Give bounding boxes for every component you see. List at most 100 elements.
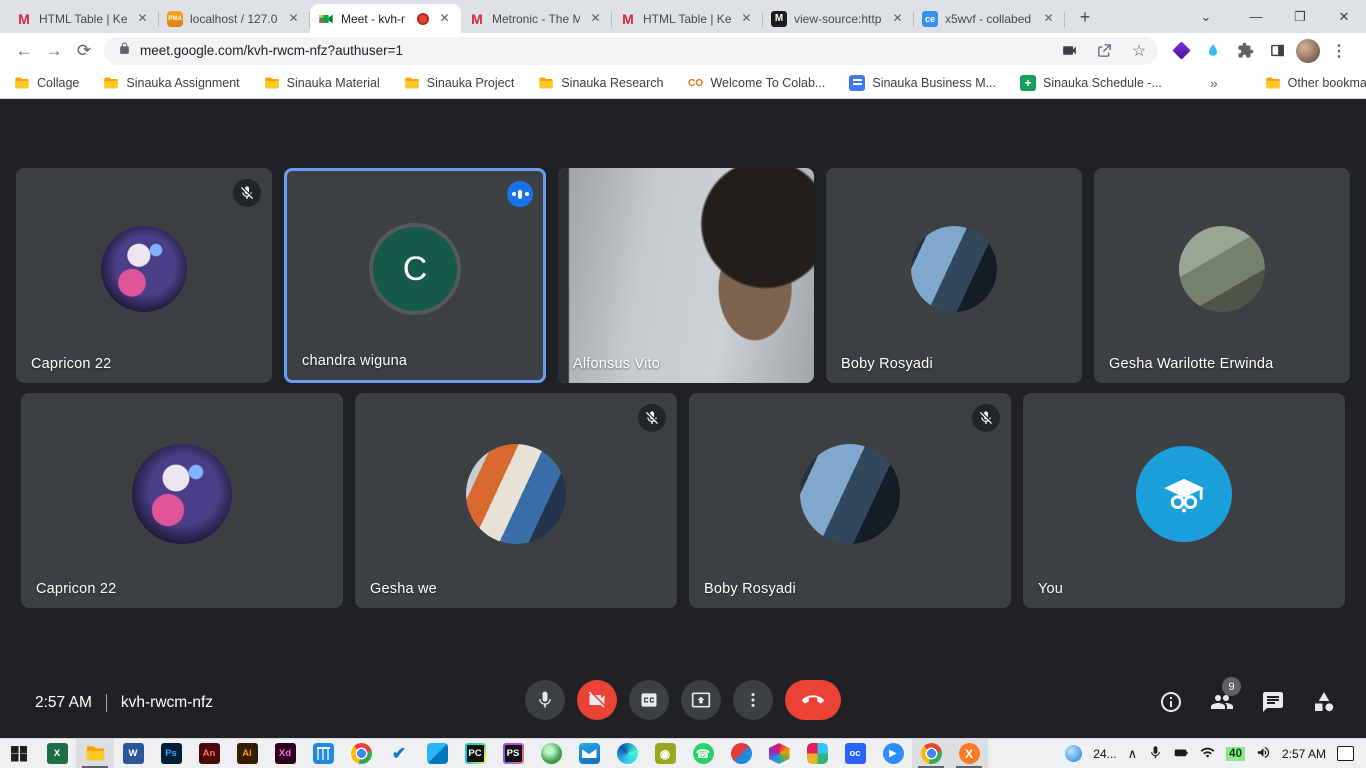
present-button[interactable] [681,680,721,720]
slack-icon[interactable] [798,739,836,768]
bookmark-star-icon[interactable]: ☆ [1126,38,1152,64]
participants-button[interactable]: 9 [1210,690,1234,714]
water-drop-extension-icon[interactable] [1200,38,1226,64]
address-bar[interactable]: meet.google.com/kvh-rwcm-nfz?authuser=1 … [104,37,1158,65]
animate-icon[interactable]: An [190,739,228,768]
tab-search-chevron-icon[interactable]: ⌄ [1186,0,1226,33]
phpstorm-icon[interactable]: PS [494,739,532,768]
purple-extension-icon[interactable] [1168,38,1194,64]
action-center-icon[interactable] [1337,746,1354,761]
weather-icon[interactable] [1065,745,1082,762]
calendar-app-icon[interactable] [304,739,342,768]
zoom-icon[interactable]: ▶ [874,739,912,768]
tray-clock[interactable]: 2:57 AM [1282,747,1326,761]
bookmark-colab[interactable]: CO Welcome To Colab... [687,75,825,91]
photoshop-icon[interactable]: Ps [152,739,190,768]
wifi-icon[interactable] [1200,745,1215,763]
drawing-app-icon[interactable] [722,739,760,768]
hexagon-app-icon[interactable] [760,739,798,768]
adobe-xd-icon[interactable]: Xd [266,739,304,768]
chat-button[interactable] [1261,690,1285,714]
whatsapp-icon[interactable]: ☎ [684,739,722,768]
todo-check-icon[interactable]: ✔ [380,739,418,768]
bookmarks-overflow-chevron-icon[interactable]: » [1210,75,1217,91]
excel-icon[interactable]: X [38,739,76,768]
back-button[interactable]: ← [10,37,38,65]
camera-app-icon[interactable]: ◉ [646,739,684,768]
other-bookmarks-folder[interactable]: Other bookmarks [1265,75,1366,91]
tab-collabedit[interactable]: ce x5wvf - collabed ✕ [914,4,1065,33]
tab-html-table-2[interactable]: M HTML Table | Kee ✕ [612,4,763,33]
mail-icon[interactable] [570,739,608,768]
lock-icon[interactable] [118,42,131,60]
extensions-puzzle-icon[interactable] [1232,38,1258,64]
reload-button[interactable]: ⟳ [70,37,98,65]
tab-close-icon[interactable]: ✕ [738,10,755,27]
folder-icon [1265,75,1281,91]
start-button[interactable] [0,739,38,768]
tab-close-icon[interactable]: ✕ [134,10,151,27]
participant-tile-boby-2[interactable]: Boby Rosyadi [689,393,1011,608]
camera-off-button[interactable] [577,680,617,720]
browser-menu-icon[interactable]: ⋮ [1326,38,1352,64]
tab-close-icon[interactable]: ✕ [285,10,302,27]
edge-icon[interactable] [608,739,646,768]
microphone-button[interactable] [525,680,565,720]
xampp-icon[interactable]: X [950,739,988,768]
tray-expand-chevron-icon[interactable]: ∧ [1128,746,1138,762]
bookmark-sinauka-material[interactable]: Sinauka Material [264,75,380,91]
participant-tile-gesha-warilotte[interactable]: Gesha Warilotte Erwinda [1094,168,1350,383]
tab-close-icon[interactable]: ✕ [1040,10,1057,27]
chrome-icon[interactable] [342,739,380,768]
close-window-button[interactable]: ✕ [1322,0,1366,33]
tab-close-icon[interactable]: ✕ [587,10,604,27]
maximize-button[interactable]: ❐ [1278,0,1322,33]
tab-close-icon[interactable]: ✕ [436,10,453,27]
minimize-button[interactable]: — [1234,0,1278,33]
captions-button[interactable] [629,680,669,720]
more-options-button[interactable] [733,680,773,720]
participant-tile-chandra-speaking[interactable]: C chandra wiguna [284,168,546,383]
url-text[interactable]: meet.google.com/kvh-rwcm-nfz?authuser=1 [140,43,1047,58]
battery-charging-icon[interactable] [1174,745,1189,763]
tab-metronic[interactable]: M Metronic - The M ✕ [461,4,612,33]
participant-tile-alfonsus-video[interactable]: Alfonsus Vito [558,168,814,383]
bookmark-sinauka-business[interactable]: Sinauka Business M... [849,75,996,91]
file-explorer-icon[interactable] [76,739,114,768]
battery-percent-badge[interactable]: 40 [1226,747,1245,761]
oc-app-icon[interactable]: oc [836,739,874,768]
profile-avatar[interactable] [1296,39,1320,63]
meeting-details-button[interactable] [1159,690,1183,714]
leave-call-button[interactable] [785,680,841,720]
pycharm-icon[interactable]: PC [456,739,494,768]
bookmark-sinauka-assignment[interactable]: Sinauka Assignment [103,75,239,91]
side-panel-icon[interactable] [1264,38,1290,64]
bookmark-sinauka-project[interactable]: Sinauka Project [404,75,515,91]
tab-view-source[interactable]: M view-source:http ✕ [763,4,914,33]
participant-tile-boby[interactable]: Boby Rosyadi [826,168,1082,383]
bookmark-label: Sinauka Material [287,76,380,90]
participant-tile-gesha-we[interactable]: Gesha we [355,393,677,608]
participant-tile-capricon22[interactable]: Capricon 22 [16,168,272,383]
bookmark-sinauka-research[interactable]: Sinauka Research [538,75,663,91]
share-icon[interactable] [1091,38,1117,64]
word-icon[interactable]: W [114,739,152,768]
new-tab-button[interactable]: + [1071,3,1099,31]
activities-button[interactable] [1312,690,1336,714]
bookmark-collage[interactable]: Collage [14,75,79,91]
camera-in-use-icon[interactable] [1056,38,1082,64]
tab-html-table-1[interactable]: M HTML Table | Kee ✕ [8,4,159,33]
tab-meet-active[interactable]: Meet - kvh-r ✕ [310,4,461,33]
vscode-icon[interactable] [418,739,456,768]
tray-microphone-icon[interactable] [1148,745,1163,763]
chrome-running-icon[interactable] [912,739,950,768]
forward-button[interactable]: → [40,37,68,65]
illustrator-icon[interactable]: Ai [228,739,266,768]
green-app-icon[interactable] [532,739,570,768]
tab-close-icon[interactable]: ✕ [889,10,906,27]
volume-icon[interactable] [1256,745,1271,763]
tab-localhost[interactable]: PMA localhost / 127.0. ✕ [159,4,310,33]
participant-tile-capricon22-2[interactable]: Capricon 22 [21,393,343,608]
participant-tile-you[interactable]: You [1023,393,1345,608]
bookmark-sinauka-schedule[interactable]: Sinauka Schedule -... [1020,75,1162,91]
